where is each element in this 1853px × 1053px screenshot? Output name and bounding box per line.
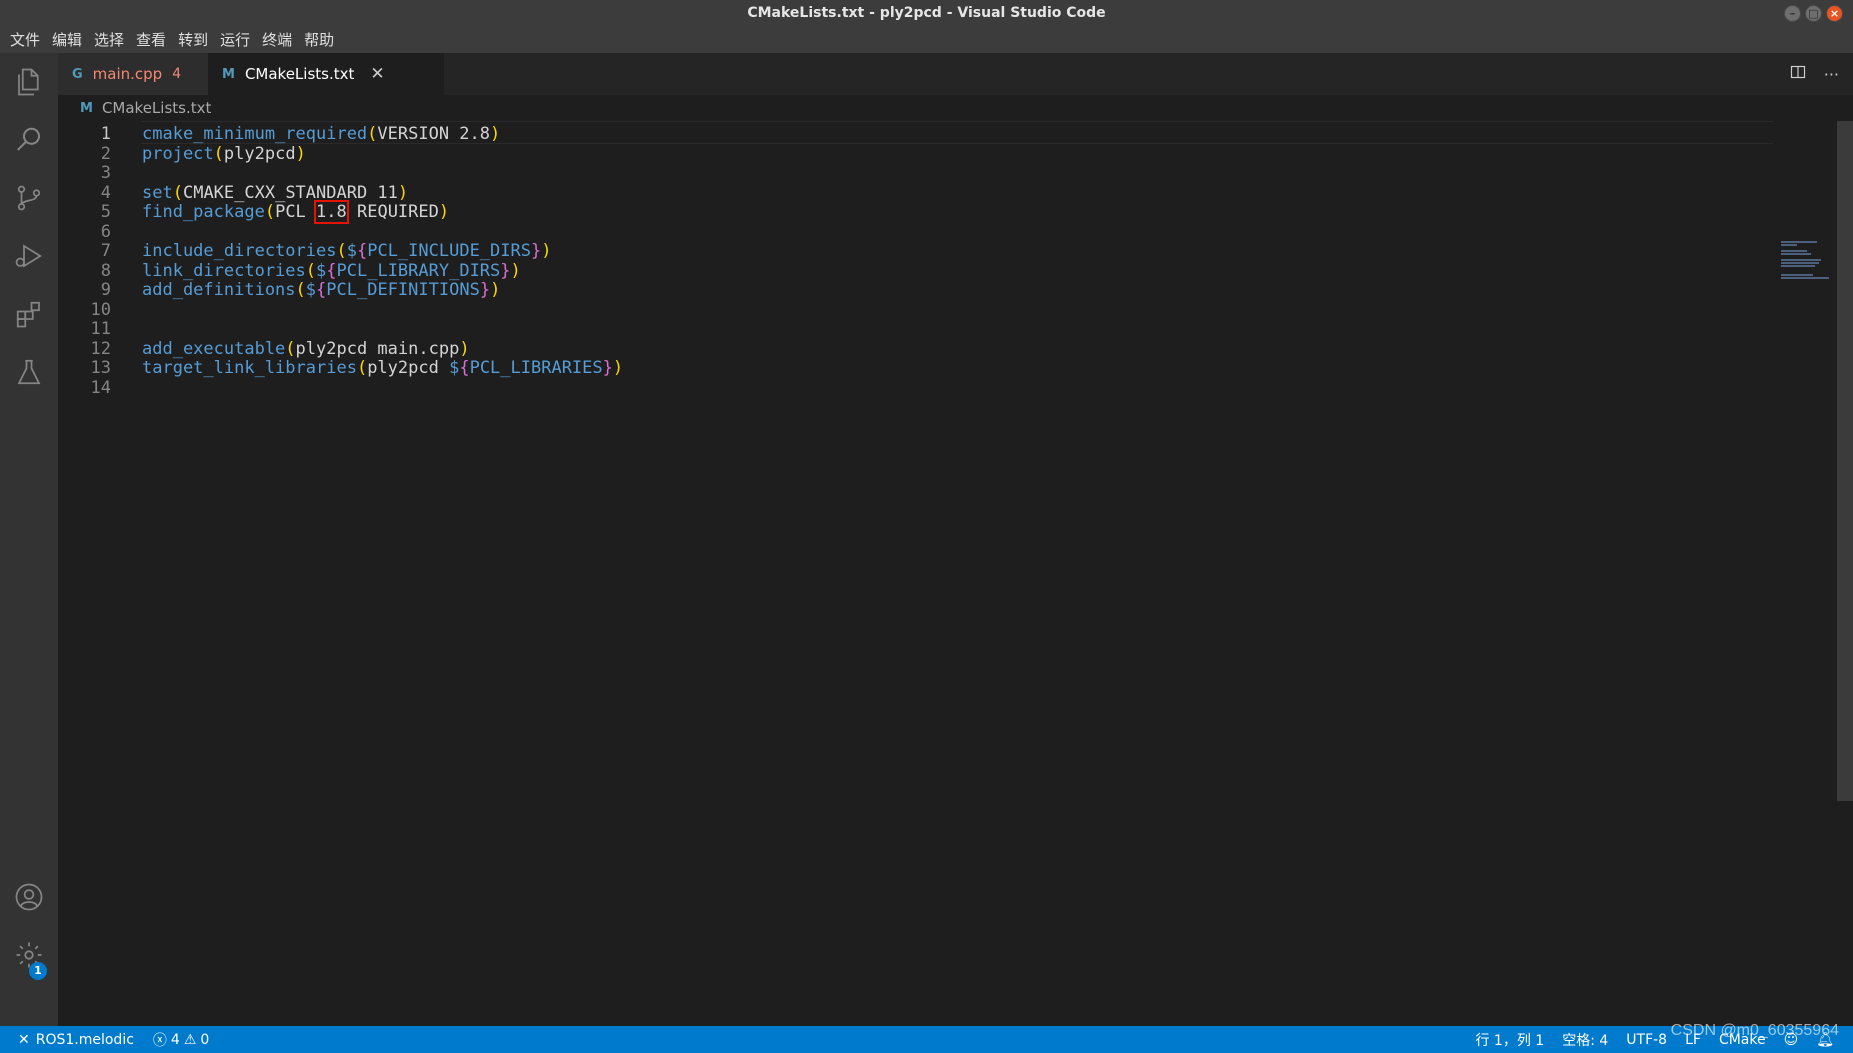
menu-file[interactable]: 文件 <box>4 27 46 53</box>
maximize-button[interactable]: □ <box>1805 5 1822 22</box>
split-editor-icon[interactable] <box>1790 64 1806 84</box>
settings-gear-icon[interactable]: 1 <box>0 926 58 984</box>
remote-indicator[interactable]: ✕ ROS1.melodic <box>0 1026 144 1053</box>
encoding[interactable]: UTF-8 <box>1617 1026 1676 1053</box>
menu-run[interactable]: 运行 <box>214 27 256 53</box>
problems-indicator[interactable]: ⓧ 4 ⚠ 0 <box>144 1026 218 1053</box>
tab-label: main.cpp <box>92 65 163 83</box>
error-count: 4 <box>170 1031 180 1048</box>
tab-cmakelists[interactable]: M CMakeLists.txt ✕ <box>208 53 444 95</box>
account-icon[interactable] <box>0 868 58 926</box>
cmake-file-icon: M <box>80 100 93 116</box>
menu-help[interactable]: 帮助 <box>298 27 340 53</box>
window-controls: – □ × <box>1784 5 1843 22</box>
tab-label: CMakeLists.txt <box>244 65 355 83</box>
source-control-icon[interactable] <box>0 169 58 227</box>
close-tab-icon[interactable]: ✕ <box>370 64 384 84</box>
remote-label: ROS1.melodic <box>35 1031 134 1048</box>
cmake-file-icon: M <box>222 66 235 82</box>
cpp-file-icon: G <box>72 66 83 82</box>
activity-bar: 1 <box>0 53 58 1026</box>
breadcrumb-file[interactable]: CMakeLists.txt <box>102 99 211 117</box>
close-window-button[interactable]: × <box>1826 5 1843 22</box>
highlighted-version: 1.8 <box>314 200 349 224</box>
settings-badge: 1 <box>29 962 47 980</box>
status-bar: ✕ ROS1.melodic ⓧ 4 ⚠ 0 行 1，列 1 空格: 4 UTF… <box>0 1026 1853 1053</box>
problem-count: 4 <box>172 66 182 82</box>
menu-selection[interactable]: 选择 <box>88 27 130 53</box>
more-actions-icon[interactable]: ··· <box>1824 65 1839 84</box>
extensions-icon[interactable] <box>0 285 58 343</box>
code-line[interactable]: 14 <box>58 377 1758 400</box>
indentation[interactable]: 空格: 4 <box>1553 1026 1617 1053</box>
run-debug-icon[interactable] <box>0 227 58 285</box>
error-icon: ⓧ <box>152 1032 167 1049</box>
warning-count: 0 <box>200 1031 210 1048</box>
watermark: CSDN @m0_60355964 <box>1670 1022 1839 1039</box>
explorer-icon[interactable] <box>0 53 58 111</box>
vertical-scrollbar[interactable] <box>1837 121 1853 801</box>
menu-bar: 文件 编辑 选择 查看 转到 运行 终端 帮助 <box>0 27 1853 53</box>
breadcrumb: M CMakeLists.txt <box>58 95 211 121</box>
line-number: 14 <box>90 377 111 398</box>
tab-main-cpp[interactable]: G main.cpp 4 <box>58 53 208 95</box>
menu-terminal[interactable]: 终端 <box>256 27 298 53</box>
window-title: CMakeLists.txt - ply2pcd - Visual Studio… <box>747 5 1106 21</box>
code-editor[interactable]: 1 cmake_minimum_required(VERSION 2.8) 2 pro… <box>58 121 1853 1026</box>
cursor-position[interactable]: 行 1，列 1 <box>1466 1026 1553 1053</box>
menu-view[interactable]: 查看 <box>130 27 172 53</box>
search-icon[interactable] <box>0 111 58 169</box>
editor-actions: ··· <box>1790 53 1839 95</box>
minimap[interactable] <box>1781 241 1841 279</box>
testing-icon[interactable] <box>0 343 58 401</box>
menu-go[interactable]: 转到 <box>172 27 214 53</box>
tab-bar: G main.cpp 4 M CMakeLists.txt ✕ ··· <box>58 53 1853 95</box>
minimize-button[interactable]: – <box>1784 5 1801 22</box>
menu-edit[interactable]: 编辑 <box>46 27 88 53</box>
title-bar: CMakeLists.txt - ply2pcd - Visual Studio… <box>0 0 1853 27</box>
warning-icon: ⚠ <box>183 1031 197 1048</box>
remote-close-icon: ✕ <box>18 1031 30 1048</box>
